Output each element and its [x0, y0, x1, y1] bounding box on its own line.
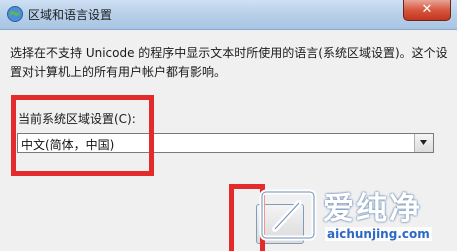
highlight-box-locale	[11, 95, 154, 176]
window-title: 区域和语言设置	[28, 8, 113, 22]
close-icon: ✕	[421, 2, 433, 17]
globe-icon	[6, 5, 24, 23]
title-bar: 区域和语言设置 ✕	[0, 0, 457, 30]
dropdown-button[interactable]	[414, 134, 433, 152]
watermark-brand: 爱纯净	[323, 191, 422, 227]
watermark: 爱纯净 aichunjing.com	[259, 183, 457, 251]
close-button[interactable]: ✕	[403, 0, 451, 21]
watermark-logo-icon	[259, 189, 317, 241]
description-text: 选择在不支持 Unicode 的程序中显示文本时所使用的语言(系统区域设置)。这…	[10, 46, 448, 79]
watermark-url: aichunjing.com	[325, 227, 432, 241]
chevron-down-icon	[420, 140, 427, 145]
